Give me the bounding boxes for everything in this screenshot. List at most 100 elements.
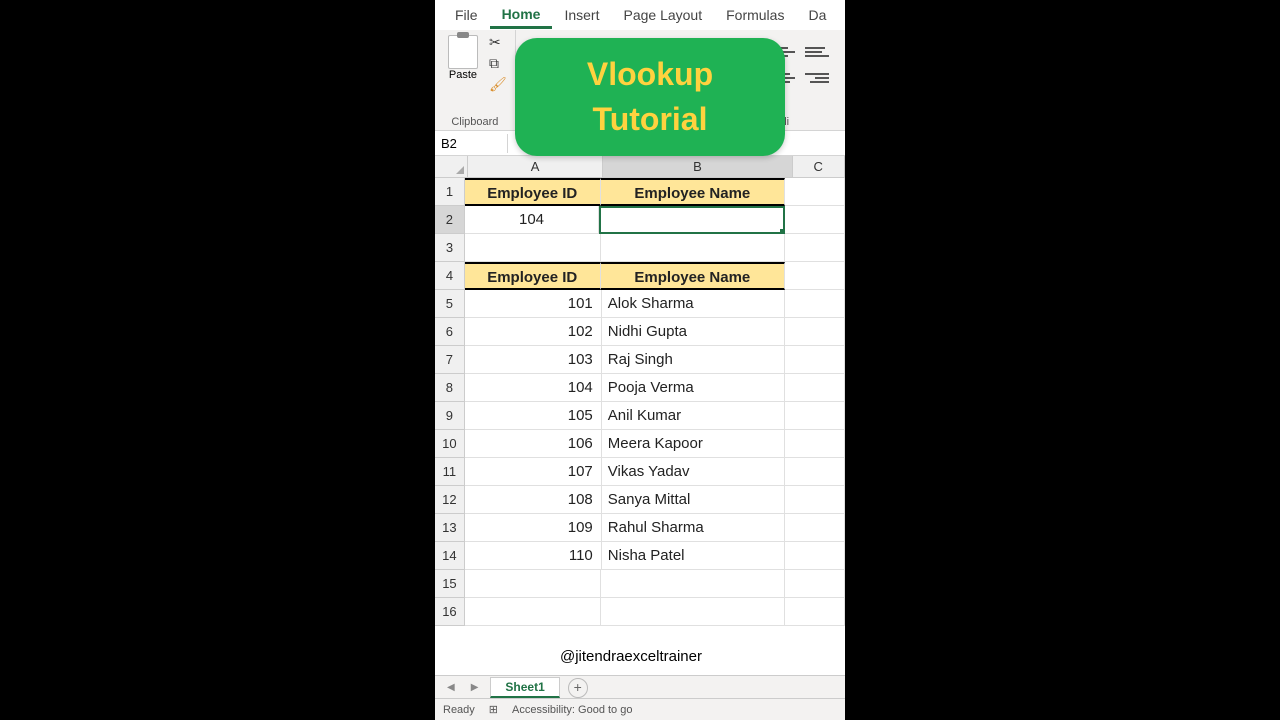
- table-row: 16: [435, 598, 845, 626]
- employee-name[interactable]: Alok Sharma: [602, 290, 786, 318]
- align-right-icon[interactable]: [803, 66, 831, 90]
- employee-id[interactable]: 107: [465, 458, 602, 486]
- spreadsheet-grid: A B C 1 Employee ID Employee Name 2 10 4 …: [435, 156, 845, 626]
- column-header-a[interactable]: A: [468, 156, 604, 178]
- employee-id[interactable]: 108: [465, 486, 602, 514]
- table-row: 15: [435, 570, 845, 598]
- tab-data-partial[interactable]: Da: [796, 3, 838, 27]
- row-header[interactable]: 3: [435, 234, 465, 262]
- table-row: 7 103 Raj Singh: [435, 346, 845, 374]
- employee-name[interactable]: Nisha Patel: [602, 542, 786, 570]
- employee-name[interactable]: Pooja Verma: [602, 374, 786, 402]
- row-header[interactable]: 7: [435, 346, 465, 374]
- employee-id[interactable]: 105: [465, 402, 602, 430]
- cell[interactable]: [785, 234, 845, 262]
- cell[interactable]: [601, 234, 785, 262]
- cell[interactable]: [465, 598, 601, 626]
- table-row: 2 104: [435, 206, 845, 234]
- column-header-c[interactable]: C: [793, 156, 846, 178]
- employee-name[interactable]: Meera Kapoor: [602, 430, 786, 458]
- employee-id[interactable]: 102: [465, 318, 602, 346]
- cell[interactable]: [785, 542, 845, 570]
- employee-name[interactable]: Vikas Yadav: [602, 458, 786, 486]
- lookup-header-id[interactable]: Employee ID: [465, 178, 601, 206]
- cell[interactable]: [785, 318, 845, 346]
- cell[interactable]: [785, 430, 845, 458]
- cell[interactable]: [785, 262, 845, 290]
- row-header[interactable]: 5: [435, 290, 465, 318]
- row-header[interactable]: 8: [435, 374, 465, 402]
- employee-id[interactable]: 101: [465, 290, 602, 318]
- select-all-corner[interactable]: [435, 156, 468, 178]
- cell[interactable]: [785, 290, 845, 318]
- lookup-result-cell[interactable]: [599, 206, 785, 234]
- table-row: 3: [435, 234, 845, 262]
- employee-id[interactable]: 110: [465, 542, 602, 570]
- employee-id[interactable]: 106: [465, 430, 602, 458]
- cell[interactable]: [785, 486, 845, 514]
- employee-id[interactable]: 104: [465, 374, 602, 402]
- sheet-nav-next-icon[interactable]: ▶: [467, 682, 483, 693]
- column-headers: A B C: [435, 156, 845, 178]
- overlay-line2: Tutorial: [525, 97, 775, 142]
- cell[interactable]: [601, 598, 785, 626]
- row-header[interactable]: 15: [435, 570, 465, 598]
- sheet-nav-prev-icon[interactable]: ◀: [443, 682, 459, 693]
- paste-button[interactable]: Paste: [443, 34, 483, 82]
- row-header[interactable]: 2: [435, 206, 465, 234]
- row-header[interactable]: 16: [435, 598, 465, 626]
- cell[interactable]: [785, 598, 845, 626]
- row-header[interactable]: 11: [435, 458, 465, 486]
- row-header[interactable]: 14: [435, 542, 465, 570]
- table-row: 4 Employee ID Employee Name: [435, 262, 845, 290]
- copy-icon[interactable]: ⧉: [489, 55, 507, 72]
- add-sheet-button[interactable]: +: [568, 678, 588, 698]
- cell[interactable]: [601, 570, 785, 598]
- name-box[interactable]: B2: [435, 134, 508, 153]
- cell[interactable]: [785, 346, 845, 374]
- paste-icon: [448, 35, 478, 69]
- cut-icon[interactable]: ✂: [489, 34, 507, 51]
- employee-name[interactable]: Anil Kumar: [602, 402, 786, 430]
- column-header-b[interactable]: B: [603, 156, 792, 178]
- tab-home[interactable]: Home: [490, 2, 553, 29]
- row-header[interactable]: 9: [435, 402, 465, 430]
- row-header[interactable]: 13: [435, 514, 465, 542]
- cell[interactable]: [785, 374, 845, 402]
- employee-id[interactable]: 103: [465, 346, 602, 374]
- tab-file[interactable]: File: [443, 3, 490, 27]
- employee-name[interactable]: Rahul Sharma: [602, 514, 786, 542]
- tab-page-layout[interactable]: Page Layout: [611, 3, 714, 27]
- data-header-name[interactable]: Employee Name: [601, 262, 785, 290]
- data-header-id[interactable]: Employee ID: [465, 262, 601, 290]
- paste-label: Paste: [449, 69, 477, 81]
- cell[interactable]: [785, 178, 845, 206]
- align-bottom-icon[interactable]: [803, 40, 831, 64]
- cell[interactable]: [785, 458, 845, 486]
- employee-name[interactable]: Raj Singh: [602, 346, 786, 374]
- cell[interactable]: [785, 514, 845, 542]
- tab-insert[interactable]: Insert: [552, 3, 611, 27]
- tab-formulas[interactable]: Formulas: [714, 3, 796, 27]
- row-header[interactable]: 6: [435, 318, 465, 346]
- cell[interactable]: [465, 570, 601, 598]
- lookup-search-id[interactable]: 104: [465, 206, 600, 234]
- cell[interactable]: [785, 402, 845, 430]
- row-header[interactable]: 4: [435, 262, 465, 290]
- ribbon-tabs: File Home Insert Page Layout Formulas Da: [435, 0, 845, 30]
- status-bar: Ready ⊞ Accessibility: Good to go: [435, 698, 845, 720]
- table-row: 12 108 Sanya Mittal: [435, 486, 845, 514]
- employee-name[interactable]: Nidhi Gupta: [602, 318, 786, 346]
- employee-name[interactable]: Sanya Mittal: [602, 486, 786, 514]
- lookup-header-name[interactable]: Employee Name: [601, 178, 785, 206]
- row-header[interactable]: 12: [435, 486, 465, 514]
- cell[interactable]: [785, 570, 845, 598]
- cell[interactable]: [465, 234, 601, 262]
- employee-id[interactable]: 109: [465, 514, 602, 542]
- row-header[interactable]: 10: [435, 430, 465, 458]
- sheet-tab-active[interactable]: Sheet1: [490, 677, 559, 698]
- table-row: 13 109 Rahul Sharma: [435, 514, 845, 542]
- format-painter-icon[interactable]: 🖌: [489, 76, 507, 93]
- cell[interactable]: [785, 206, 845, 234]
- row-header[interactable]: 1: [435, 178, 465, 206]
